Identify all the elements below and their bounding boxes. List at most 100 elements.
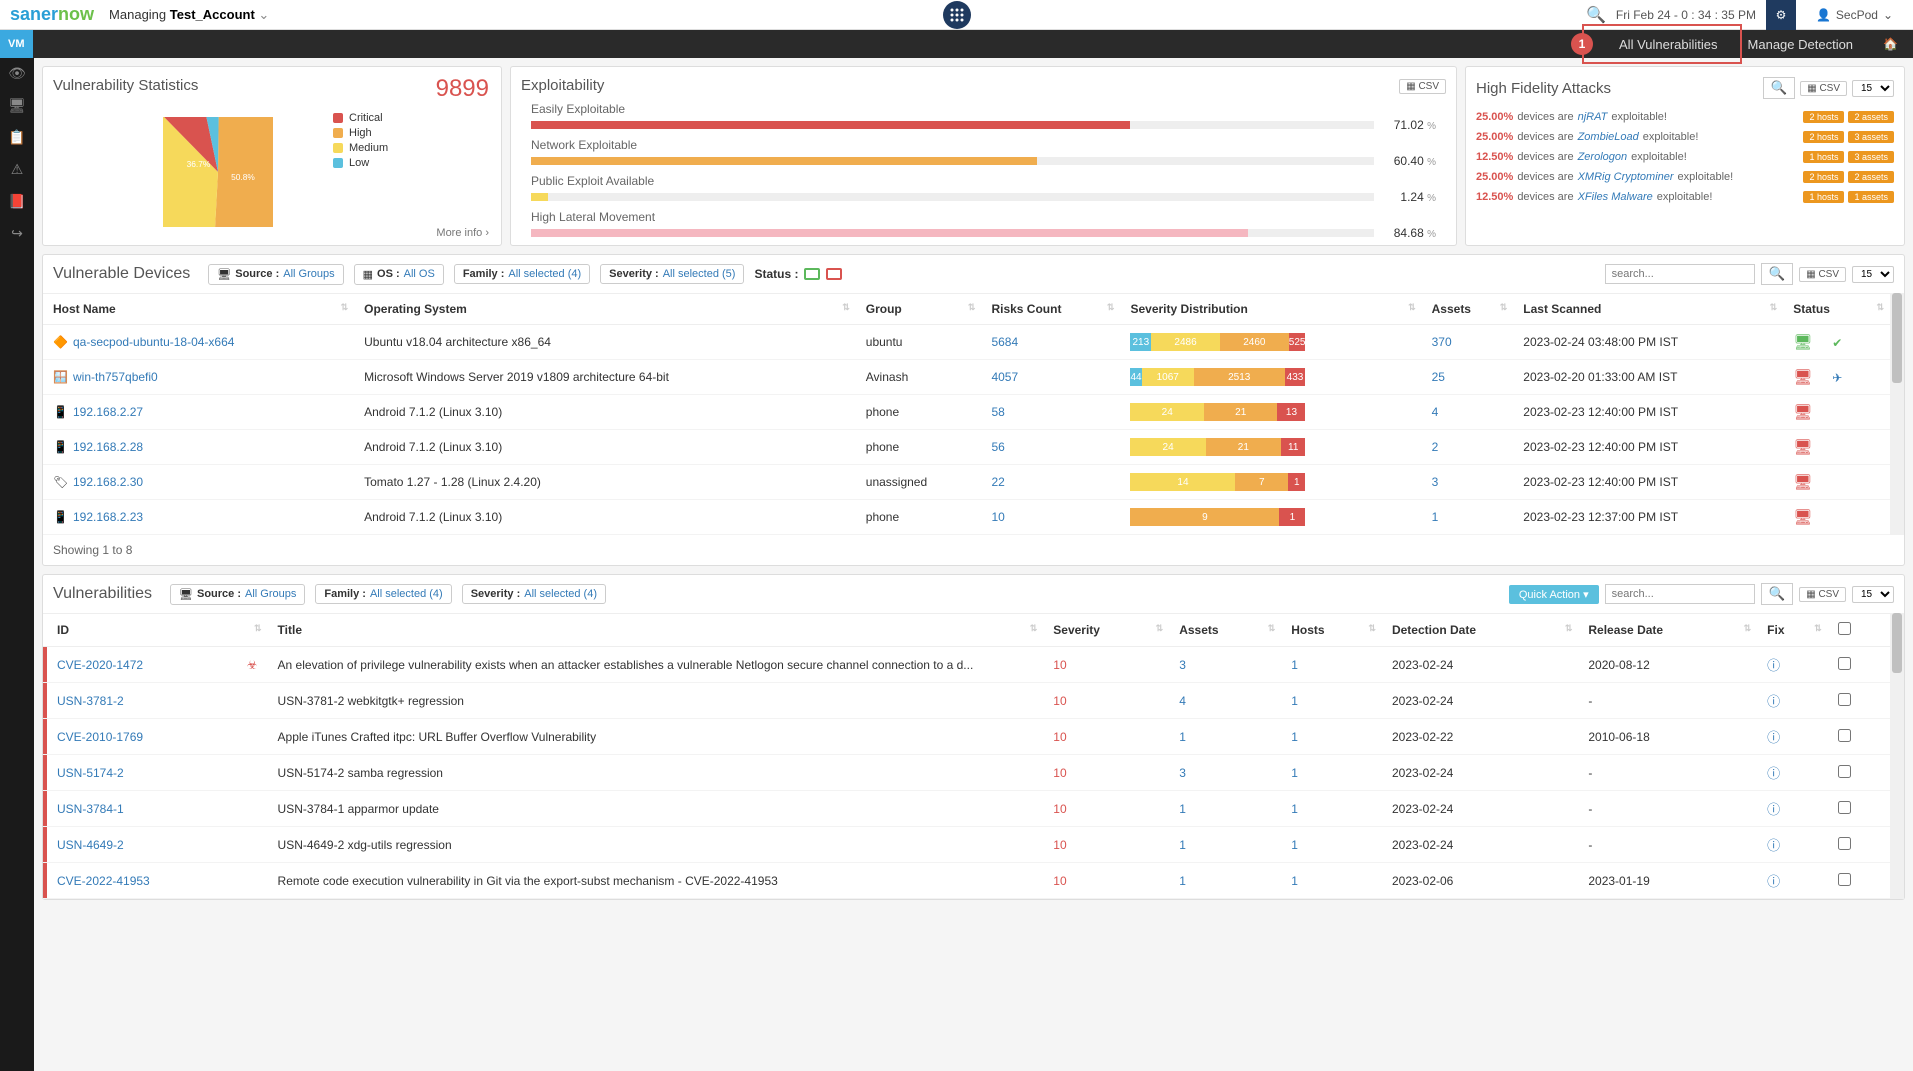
assets-link[interactable]: 3 xyxy=(1432,475,1439,489)
nav-manage-detection[interactable]: Manage Detection xyxy=(1733,30,1869,58)
search-icon[interactable]: 🔍 xyxy=(1763,77,1796,99)
exploit-name-link[interactable]: ZombieLoad xyxy=(1578,131,1639,143)
table-header[interactable]: Status⇅ xyxy=(1783,294,1890,325)
assets-link[interactable]: 3 xyxy=(1179,766,1186,780)
scrollbar[interactable] xyxy=(1890,613,1904,899)
page-size-select[interactable]: 15 xyxy=(1852,586,1894,603)
exploit-name-link[interactable]: Zerologon xyxy=(1578,151,1628,163)
assets-link[interactable]: 1 xyxy=(1179,838,1186,852)
table-row[interactable]: CVE-2020-1472 ☣ An elevation of privileg… xyxy=(43,647,1890,683)
table-header[interactable]: Assets⇅ xyxy=(1422,294,1514,325)
vuln-id-link[interactable]: USN-3784-1 xyxy=(57,802,124,816)
assets-link[interactable]: 4 xyxy=(1179,694,1186,708)
filter-source[interactable]: 🖥 Source : All Groups xyxy=(170,584,305,605)
search-input[interactable] xyxy=(1605,264,1755,284)
sidebar-monitor-icon[interactable]: 🖥 xyxy=(7,95,27,115)
search-input[interactable] xyxy=(1605,584,1755,604)
info-icon[interactable]: ⓘ xyxy=(1767,874,1780,889)
search-button[interactable]: 🔍 xyxy=(1761,583,1794,605)
exploit-name-link[interactable]: XMRig Cryptominer xyxy=(1578,171,1674,183)
info-icon[interactable]: ⓘ xyxy=(1767,694,1780,709)
row-checkbox[interactable] xyxy=(1838,657,1851,670)
table-header[interactable]: Severity Distribution⇅ xyxy=(1120,294,1421,325)
table-header[interactable]: Title⇅ xyxy=(268,614,1044,647)
vuln-id-link[interactable]: CVE-2010-1769 xyxy=(57,730,143,744)
table-row[interactable]: 🏷192.168.2.30 Tomato 1.27 - 1.28 (Linux … xyxy=(43,465,1890,500)
page-size-select[interactable]: 15 xyxy=(1852,266,1894,283)
table-header[interactable]: Severity⇅ xyxy=(1043,614,1169,647)
csv-button[interactable]: ▦ CSV xyxy=(1399,79,1446,94)
vuln-id-link[interactable]: USN-3781-2 xyxy=(57,694,124,708)
row-checkbox[interactable] xyxy=(1838,693,1851,706)
row-checkbox[interactable] xyxy=(1838,873,1851,886)
account-selector[interactable]: Managing Test_Account ⌄ xyxy=(109,7,269,23)
host-link[interactable]: 192.168.2.30 xyxy=(73,475,143,489)
settings-gear-icon[interactable]: ⚙ xyxy=(1766,0,1796,30)
risks-link[interactable]: 56 xyxy=(991,440,1004,454)
exploit-name-link[interactable]: XFiles Malware xyxy=(1578,191,1653,203)
table-header[interactable]: Hosts⇅ xyxy=(1281,614,1382,647)
sidebar-book-icon[interactable]: 📕 xyxy=(7,191,27,211)
vm-badge[interactable]: VM xyxy=(0,30,33,58)
hosts-badge[interactable]: 2 hosts xyxy=(1803,131,1844,143)
table-row[interactable]: CVE-2010-1769 Apple iTunes Crafted itpc:… xyxy=(43,719,1890,755)
nav-home-icon[interactable]: 🏠 xyxy=(1868,30,1913,58)
sidebar-list-icon[interactable]: 📋 xyxy=(7,127,27,147)
table-header[interactable]: Fix⇅ xyxy=(1757,614,1828,647)
hosts-link[interactable]: 1 xyxy=(1291,874,1298,888)
apps-grid-icon[interactable] xyxy=(943,1,971,29)
hosts-link[interactable]: 1 xyxy=(1291,658,1298,672)
hosts-link[interactable]: 1 xyxy=(1291,694,1298,708)
select-all-checkbox[interactable] xyxy=(1838,622,1851,635)
table-header[interactable]: Group⇅ xyxy=(856,294,982,325)
info-icon[interactable]: ⓘ xyxy=(1767,658,1780,673)
filter-family[interactable]: Family : All selected (4) xyxy=(315,584,451,604)
hosts-badge[interactable]: 2 hosts xyxy=(1803,171,1844,183)
table-header[interactable]: Risks Count⇅ xyxy=(981,294,1120,325)
filter-severity[interactable]: Severity : All selected (5) xyxy=(600,264,744,284)
hosts-link[interactable]: 1 xyxy=(1291,802,1298,816)
filter-severity[interactable]: Severity : All selected (4) xyxy=(462,584,606,604)
scrollbar[interactable] xyxy=(1890,293,1904,535)
row-checkbox[interactable] xyxy=(1838,765,1851,778)
status-offline-icon[interactable] xyxy=(826,268,842,280)
sidebar-eye-icon[interactable]: 👁 xyxy=(7,63,27,83)
assets-link[interactable]: 3 xyxy=(1179,658,1186,672)
search-button[interactable]: 🔍 xyxy=(1761,263,1794,285)
assets-link[interactable]: 2 xyxy=(1432,440,1439,454)
row-checkbox[interactable] xyxy=(1838,837,1851,850)
table-header[interactable]: Detection Date⇅ xyxy=(1382,614,1578,647)
assets-badge[interactable]: 1 assets xyxy=(1848,191,1894,203)
vuln-id-link[interactable]: USN-5174-2 xyxy=(57,766,124,780)
status-online-icon[interactable] xyxy=(804,268,820,280)
row-checkbox[interactable] xyxy=(1838,801,1851,814)
table-row[interactable]: 📱192.168.2.28 Android 7.1.2 (Linux 3.10)… xyxy=(43,430,1890,465)
vuln-id-link[interactable]: USN-4649-2 xyxy=(57,838,124,852)
search-icon[interactable]: 🔍 xyxy=(1586,5,1606,25)
table-header[interactable]: Host Name⇅ xyxy=(43,294,354,325)
table-row[interactable]: 📱192.168.2.23 Android 7.1.2 (Linux 3.10)… xyxy=(43,500,1890,535)
table-row[interactable]: USN-5174-2 USN-5174-2 samba regression 1… xyxy=(43,755,1890,791)
assets-link[interactable]: 370 xyxy=(1432,335,1452,349)
filter-source[interactable]: 🖥 Source : All Groups xyxy=(208,264,343,285)
info-icon[interactable]: ⓘ xyxy=(1767,766,1780,781)
row-checkbox[interactable] xyxy=(1838,729,1851,742)
assets-link[interactable]: 1 xyxy=(1179,802,1186,816)
risks-link[interactable]: 4057 xyxy=(991,370,1018,384)
page-size-select[interactable]: 15 xyxy=(1852,80,1894,97)
host-link[interactable]: 192.168.2.27 xyxy=(73,405,143,419)
info-icon[interactable]: ⓘ xyxy=(1767,730,1780,745)
hosts-badge[interactable]: 2 hosts xyxy=(1803,111,1844,123)
csv-button[interactable]: ▦ CSV xyxy=(1799,267,1846,282)
host-link[interactable]: win-th757qbefi0 xyxy=(73,370,158,384)
quick-action-button[interactable]: Quick Action ▾ xyxy=(1509,585,1599,604)
logo[interactable]: sanernow xyxy=(10,4,94,25)
risks-link[interactable]: 5684 xyxy=(991,335,1018,349)
assets-link[interactable]: 1 xyxy=(1179,730,1186,744)
table-row[interactable]: 🪟win-th757qbefi0 Microsoft Windows Serve… xyxy=(43,360,1890,395)
table-header[interactable]: Assets⇅ xyxy=(1169,614,1281,647)
host-link[interactable]: 192.168.2.23 xyxy=(73,510,143,524)
assets-badge[interactable]: 2 assets xyxy=(1848,171,1894,183)
table-header[interactable]: Operating System⇅ xyxy=(354,294,856,325)
risks-link[interactable]: 22 xyxy=(991,475,1004,489)
